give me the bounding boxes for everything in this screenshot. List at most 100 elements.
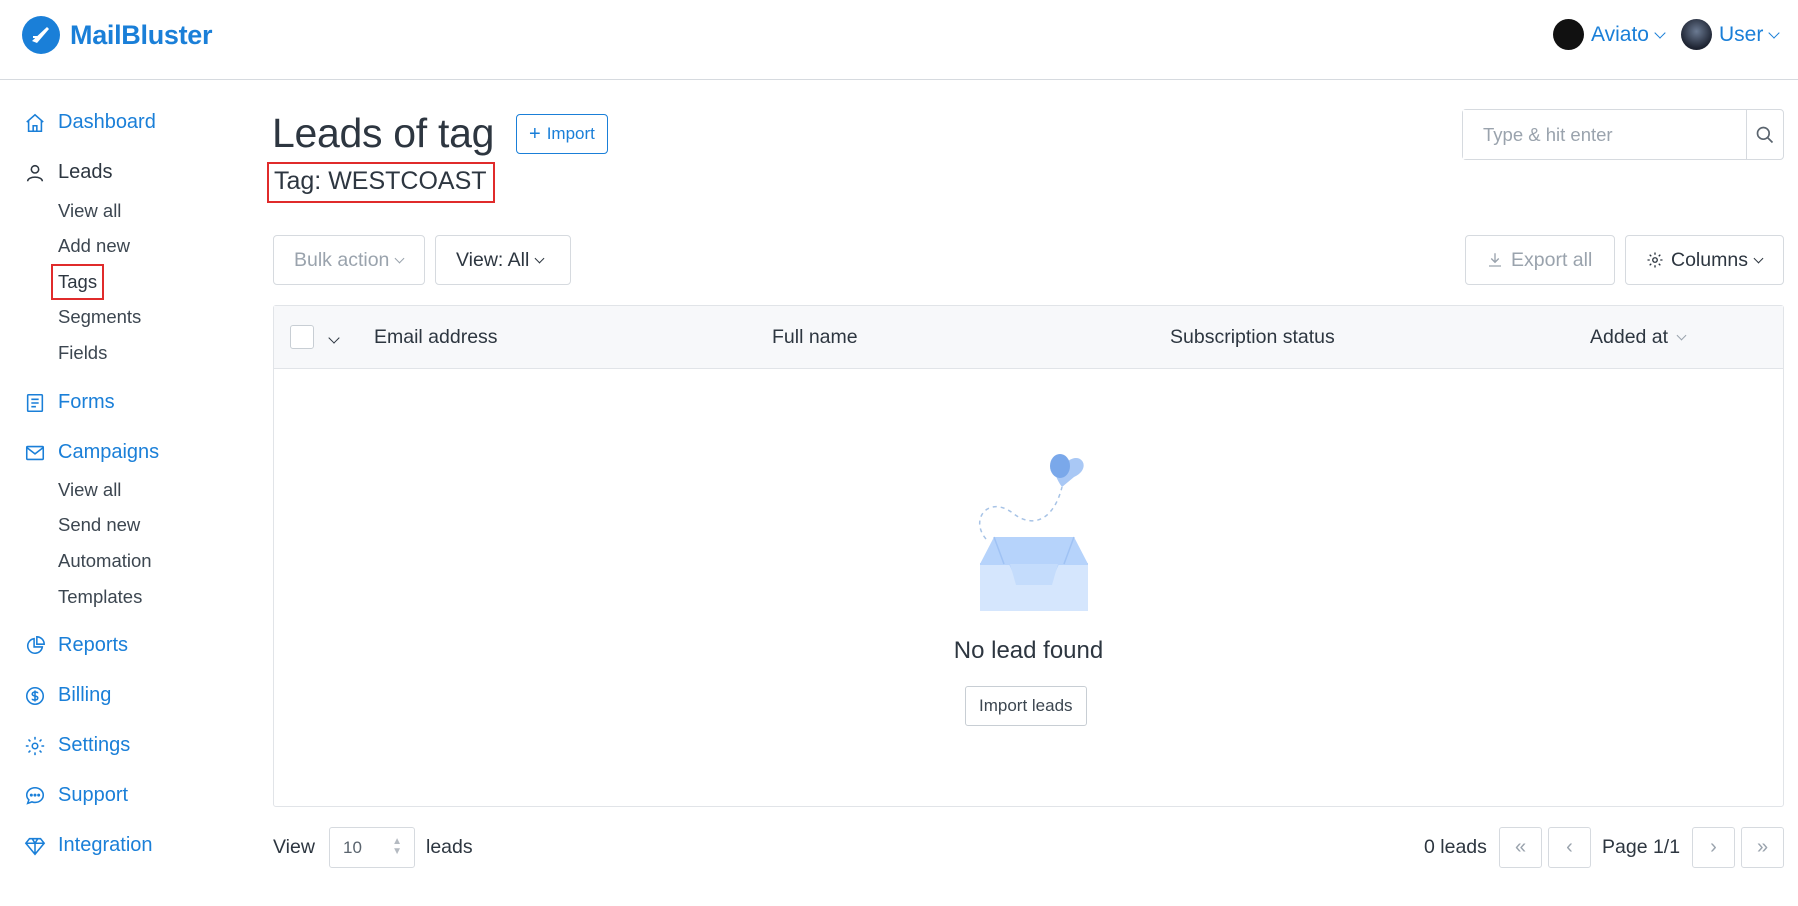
sidebar-item-dashboard[interactable]: Dashboard xyxy=(24,111,156,134)
view-label: View xyxy=(273,836,315,858)
chevron-right-icon: › xyxy=(1710,836,1717,858)
sidebar-item-campaigns[interactable]: Campaigns xyxy=(24,441,159,464)
aviato-avatar xyxy=(1553,19,1584,50)
download-icon xyxy=(1489,253,1501,267)
per-page-stepper[interactable]: 10 ▲ ▼ xyxy=(329,827,415,868)
sidebar-item-settings[interactable]: Settings xyxy=(24,734,130,757)
sidebar-sub-send-new[interactable]: Send new xyxy=(58,514,140,536)
empty-message: No lead found xyxy=(953,637,1104,664)
sort-chevron-icon xyxy=(1676,330,1687,341)
plus-icon: + xyxy=(529,123,541,145)
sidebar-item-billing[interactable]: Billing xyxy=(24,684,111,707)
rocket-icon xyxy=(22,16,60,54)
columns-label: Columns xyxy=(1671,248,1748,271)
empty-state: No lead found Import leads xyxy=(274,369,1783,806)
next-page-button[interactable]: › xyxy=(1692,827,1735,868)
bulk-action-dropdown[interactable]: Bulk action xyxy=(273,235,425,285)
chevron-down-icon xyxy=(1654,26,1666,39)
sidebar-sub-templates[interactable]: Templates xyxy=(58,586,142,608)
column-added-at-label: Added at xyxy=(1590,326,1669,348)
sidebar-sub-fields[interactable]: Fields xyxy=(58,342,107,364)
sidebar-label: Settings xyxy=(58,734,131,756)
pie-chart-icon xyxy=(26,635,45,654)
dollar-icon xyxy=(25,686,45,705)
leads-table: Email address Full name Subscription sta… xyxy=(273,305,1784,807)
user-avatar xyxy=(1681,19,1712,50)
view-filter-dropdown[interactable]: View: All xyxy=(435,235,571,285)
sidebar-sub-tags[interactable]: Tags xyxy=(50,264,105,300)
sidebar-label: Dashboard xyxy=(58,111,156,133)
app-logo[interactable]: MailBluster xyxy=(22,16,213,54)
sidebar-item-reports[interactable]: Reports xyxy=(24,634,128,657)
first-page-button[interactable]: « xyxy=(1499,827,1542,868)
empty-inbox-illustration xyxy=(979,454,1088,611)
per-page-value: 10 xyxy=(343,837,362,857)
chevron-down-icon xyxy=(328,332,340,344)
sidebar-item-leads[interactable]: Leads xyxy=(24,161,113,184)
diamond-icon xyxy=(24,837,46,855)
import-label: Import xyxy=(546,124,595,143)
form-icon xyxy=(26,393,44,412)
sidebar-item-support[interactable]: Support xyxy=(24,784,128,807)
chevron-down-icon xyxy=(1753,253,1764,263)
bulk-action-label: Bulk action xyxy=(294,248,390,271)
table-header: Email address Full name Subscription sta… xyxy=(274,306,1783,369)
export-all-button[interactable]: Export all xyxy=(1465,235,1615,285)
sidebar-sub-segments[interactable]: Segments xyxy=(58,306,141,328)
chevron-left-icon: ‹ xyxy=(1566,836,1573,858)
gear-icon xyxy=(1647,252,1663,268)
sidebar-label: Reports xyxy=(58,634,129,656)
import-button[interactable]: + Import xyxy=(516,114,608,154)
view-filter-label: View: All xyxy=(456,248,530,271)
sidebar-sub-automation[interactable]: Automation xyxy=(58,550,152,572)
chevron-down-icon xyxy=(394,253,405,263)
account-label: Aviato xyxy=(1591,22,1649,46)
sidebar-label: Support xyxy=(58,784,129,806)
chat-icon xyxy=(25,786,45,805)
column-added-at[interactable]: Added at xyxy=(1590,326,1687,349)
select-all-checkbox[interactable] xyxy=(290,325,314,349)
prev-page-button[interactable]: ‹ xyxy=(1548,827,1591,868)
page-title: Leads of tag xyxy=(272,110,495,156)
stepper-arrows-icon[interactable]: ▲ ▼ xyxy=(392,837,402,857)
sidebar-item-integration[interactable]: Integration xyxy=(24,834,153,857)
tag-subtitle: Tag: WESTCOAST xyxy=(267,162,495,203)
sidebar-label: Integration xyxy=(58,834,153,856)
lead-count: 0 leads xyxy=(1424,836,1487,858)
search-icon xyxy=(1756,126,1774,143)
sidebar-label: Billing xyxy=(58,684,112,706)
search-box xyxy=(1462,109,1784,160)
import-leads-button[interactable]: Import leads xyxy=(965,686,1087,726)
chevron-down-icon xyxy=(1768,26,1781,39)
user-icon xyxy=(26,164,44,181)
sidebar-sub-add-new[interactable]: Add new xyxy=(58,235,130,257)
column-email[interactable]: Email address xyxy=(374,326,498,349)
top-header: MailBluster Aviato User xyxy=(0,0,1798,80)
double-chevron-left-icon: « xyxy=(1514,836,1527,858)
home-icon xyxy=(26,113,44,132)
chevron-down-icon xyxy=(534,253,545,263)
export-all-label: Export all xyxy=(1511,248,1593,271)
sidebar-sub-campaigns-view-all[interactable]: View all xyxy=(58,479,121,501)
last-page-button[interactable]: » xyxy=(1741,827,1784,868)
page-indicator: Page 1/1 xyxy=(1602,836,1681,858)
account-switcher[interactable]: Aviato xyxy=(1553,19,1666,50)
double-chevron-right-icon: » xyxy=(1756,836,1769,858)
app-name: MailBluster xyxy=(70,19,213,50)
search-button[interactable] xyxy=(1746,110,1783,159)
column-subscription-status[interactable]: Subscription status xyxy=(1170,326,1335,349)
leads-unit-label: leads xyxy=(426,836,473,858)
column-full-name[interactable]: Full name xyxy=(772,326,858,349)
select-menu-chevron[interactable] xyxy=(328,329,340,347)
sidebar-item-forms[interactable]: Forms xyxy=(24,391,115,414)
search-input[interactable] xyxy=(1463,110,1746,159)
gear-icon xyxy=(25,736,45,755)
mail-icon xyxy=(25,445,45,460)
user-menu[interactable]: User xyxy=(1681,19,1781,50)
sidebar-label: Forms xyxy=(58,391,115,413)
sidebar-label: Campaigns xyxy=(58,441,160,463)
sidebar-sub-leads-view-all[interactable]: View all xyxy=(58,200,121,222)
columns-dropdown[interactable]: Columns xyxy=(1625,235,1784,285)
sidebar-label: Leads xyxy=(58,161,113,183)
user-label: User xyxy=(1719,22,1764,46)
